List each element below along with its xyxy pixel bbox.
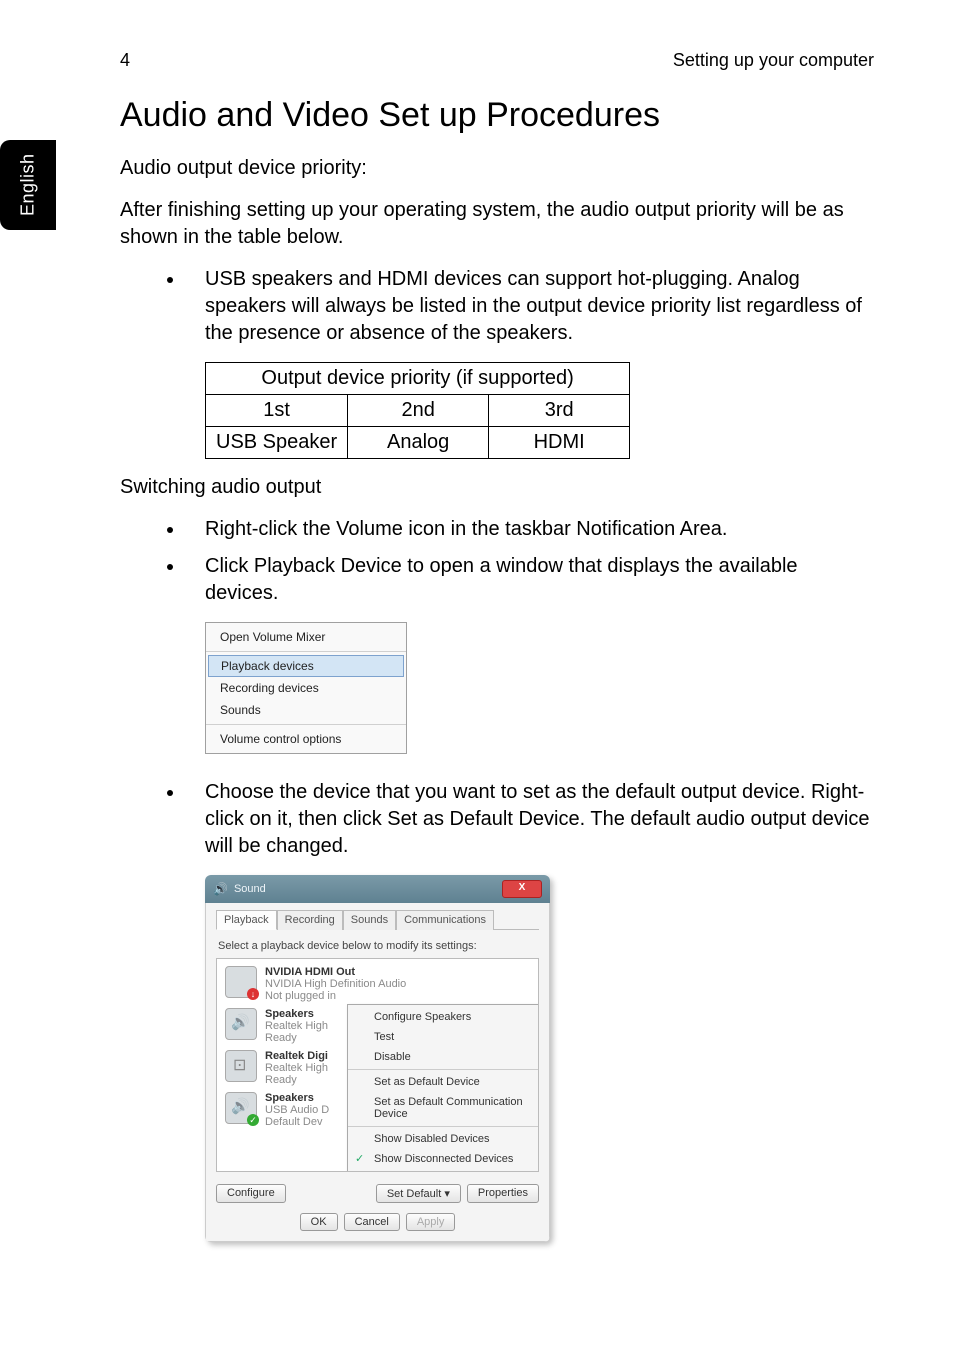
popup-test[interactable]: Test [348,1027,539,1047]
dialog-tabs: Playback Recording Sounds Communications [216,909,539,930]
apply-button[interactable]: Apply [406,1213,456,1231]
table-cell-1: USB Speaker [206,427,348,459]
device-sub: USB Audio D [265,1104,345,1116]
ctx-playback-devices[interactable]: Playback devices [208,655,404,677]
chevron-down-icon: ▾ [444,1188,450,1200]
device-name: Speakers [265,1092,345,1104]
set-default-button[interactable]: Set Default ▾ [376,1184,461,1203]
dialog-title: Sound [234,883,266,895]
spdif-icon [225,1050,257,1082]
tab-recording[interactable]: Recording [277,910,343,930]
table-header-3: 3rd [489,395,630,427]
properties-button[interactable]: Properties [467,1184,539,1203]
ok-button[interactable]: OK [300,1213,338,1231]
table-header-1: 1st [206,395,348,427]
dialog-bottom-buttons: OK Cancel Apply [216,1213,539,1231]
device-context-menu: Configure Speakers Test Disable Set as D… [347,1004,539,1172]
table-header-2: 2nd [348,395,489,427]
section2-heading: Switching audio output [120,474,874,501]
bullet-list-1: USB speakers and HDMI devices can suppor… [120,266,874,347]
table-caption: Output device priority (if supported) [206,363,630,395]
device-status: Default Dev [265,1116,345,1128]
popup-label: Show Disconnected Devices [374,1153,513,1165]
device-sub: Realtek High [265,1062,345,1074]
popup-show-disabled[interactable]: Show Disabled Devices [348,1129,539,1149]
device-row[interactable]: ↓ NVIDIA HDMI Out NVIDIA High Definition… [217,963,538,1005]
device-sub: NVIDIA High Definition Audio [265,978,406,990]
divider [348,1069,539,1070]
btn-label: Set Default [387,1188,441,1200]
bullet-hotplug: USB speakers and HDMI devices can suppor… [185,266,874,347]
popup-set-default-comm[interactable]: Set as Default Communication Device [348,1092,539,1124]
close-button[interactable]: X [502,880,542,898]
device-row[interactable]: Realtek Digi Realtek High Ready [217,1047,358,1089]
device-name: Speakers [265,1008,345,1020]
configure-button[interactable]: Configure [216,1184,286,1203]
divider [348,1126,539,1127]
unplugged-badge: ↓ [247,988,259,1000]
device-name: Realtek Digi [265,1050,345,1062]
intro-paragraph: After finishing setting up your operatin… [120,197,874,251]
tab-playback[interactable]: Playback [216,910,277,930]
popup-show-disconnected[interactable]: ✓ Show Disconnected Devices [348,1149,539,1169]
intro-line: Audio output device priority: [120,155,874,182]
divider [206,651,406,652]
popup-disable[interactable]: Disable [348,1047,539,1067]
ctx-volume-options[interactable]: Volume control options [206,728,406,750]
priority-table: Output device priority (if supported) 1s… [205,362,630,459]
page-header: 4 Setting up your computer [120,50,874,71]
running-head: Setting up your computer [673,50,874,71]
tab-communications[interactable]: Communications [396,910,494,930]
page-title: Audio and Video Set up Procedures [120,96,874,135]
bullet-list-3: Choose the device that you want to set a… [120,779,874,860]
context-menu-screenshot: Open Volume Mixer Playback devices Recor… [205,622,407,754]
table-cell-2: Analog [348,427,489,459]
ctx-sounds[interactable]: Sounds [206,699,406,721]
default-badge: ✓ [247,1114,259,1126]
speaker-icon [225,1008,257,1040]
cancel-button[interactable]: Cancel [344,1213,400,1231]
sound-dialog-screenshot: 🔊 Sound X Playback Recording Sounds Comm… [205,875,550,1242]
divider [348,1171,539,1172]
ctx-open-mixer[interactable]: Open Volume Mixer [206,626,406,648]
bullet-rightclick: Right-click the Volume icon in the taskb… [185,516,874,543]
device-row[interactable]: Speakers Realtek High Ready [217,1005,358,1047]
popup-configure[interactable]: Configure Speakers [348,1007,539,1027]
page-number: 4 [120,50,130,71]
device-status: Ready [265,1074,345,1086]
bullet-list-2: Right-click the Volume icon in the taskb… [120,516,874,607]
dialog-body: Playback Recording Sounds Communications… [205,903,550,1242]
device-row[interactable]: ✓ Speakers USB Audio D Default Dev [217,1089,358,1131]
device-name: NVIDIA HDMI Out [265,966,406,978]
bullet-choose-device: Choose the device that you want to set a… [185,779,874,860]
dialog-titlebar[interactable]: 🔊 Sound X [205,875,550,903]
dialog-inline-buttons: Configure Set Default ▾ Properties [216,1184,539,1203]
device-listbox[interactable]: ↓ NVIDIA HDMI Out NVIDIA High Definition… [216,958,539,1172]
divider [206,724,406,725]
sound-icon: 🔊 [213,882,228,896]
device-sub: Realtek High [265,1020,345,1032]
language-tab: English [0,140,56,230]
tab-sounds[interactable]: Sounds [343,910,396,930]
device-status: Not plugged in [265,990,406,1002]
ctx-recording-devices[interactable]: Recording devices [206,677,406,699]
dialog-instruction: Select a playback device below to modify… [218,940,537,952]
speaker-icon: ✓ [225,1092,257,1124]
table-cell-3: HDMI [489,427,630,459]
page: English 4 Setting up your computer Audio… [0,0,954,1369]
check-icon: ✓ [355,1152,364,1165]
hdmi-icon: ↓ [225,966,257,998]
popup-set-default[interactable]: Set as Default Device [348,1072,539,1092]
bullet-playback: Click Playback Device to open a window t… [185,553,874,607]
device-status: Ready [265,1032,345,1044]
